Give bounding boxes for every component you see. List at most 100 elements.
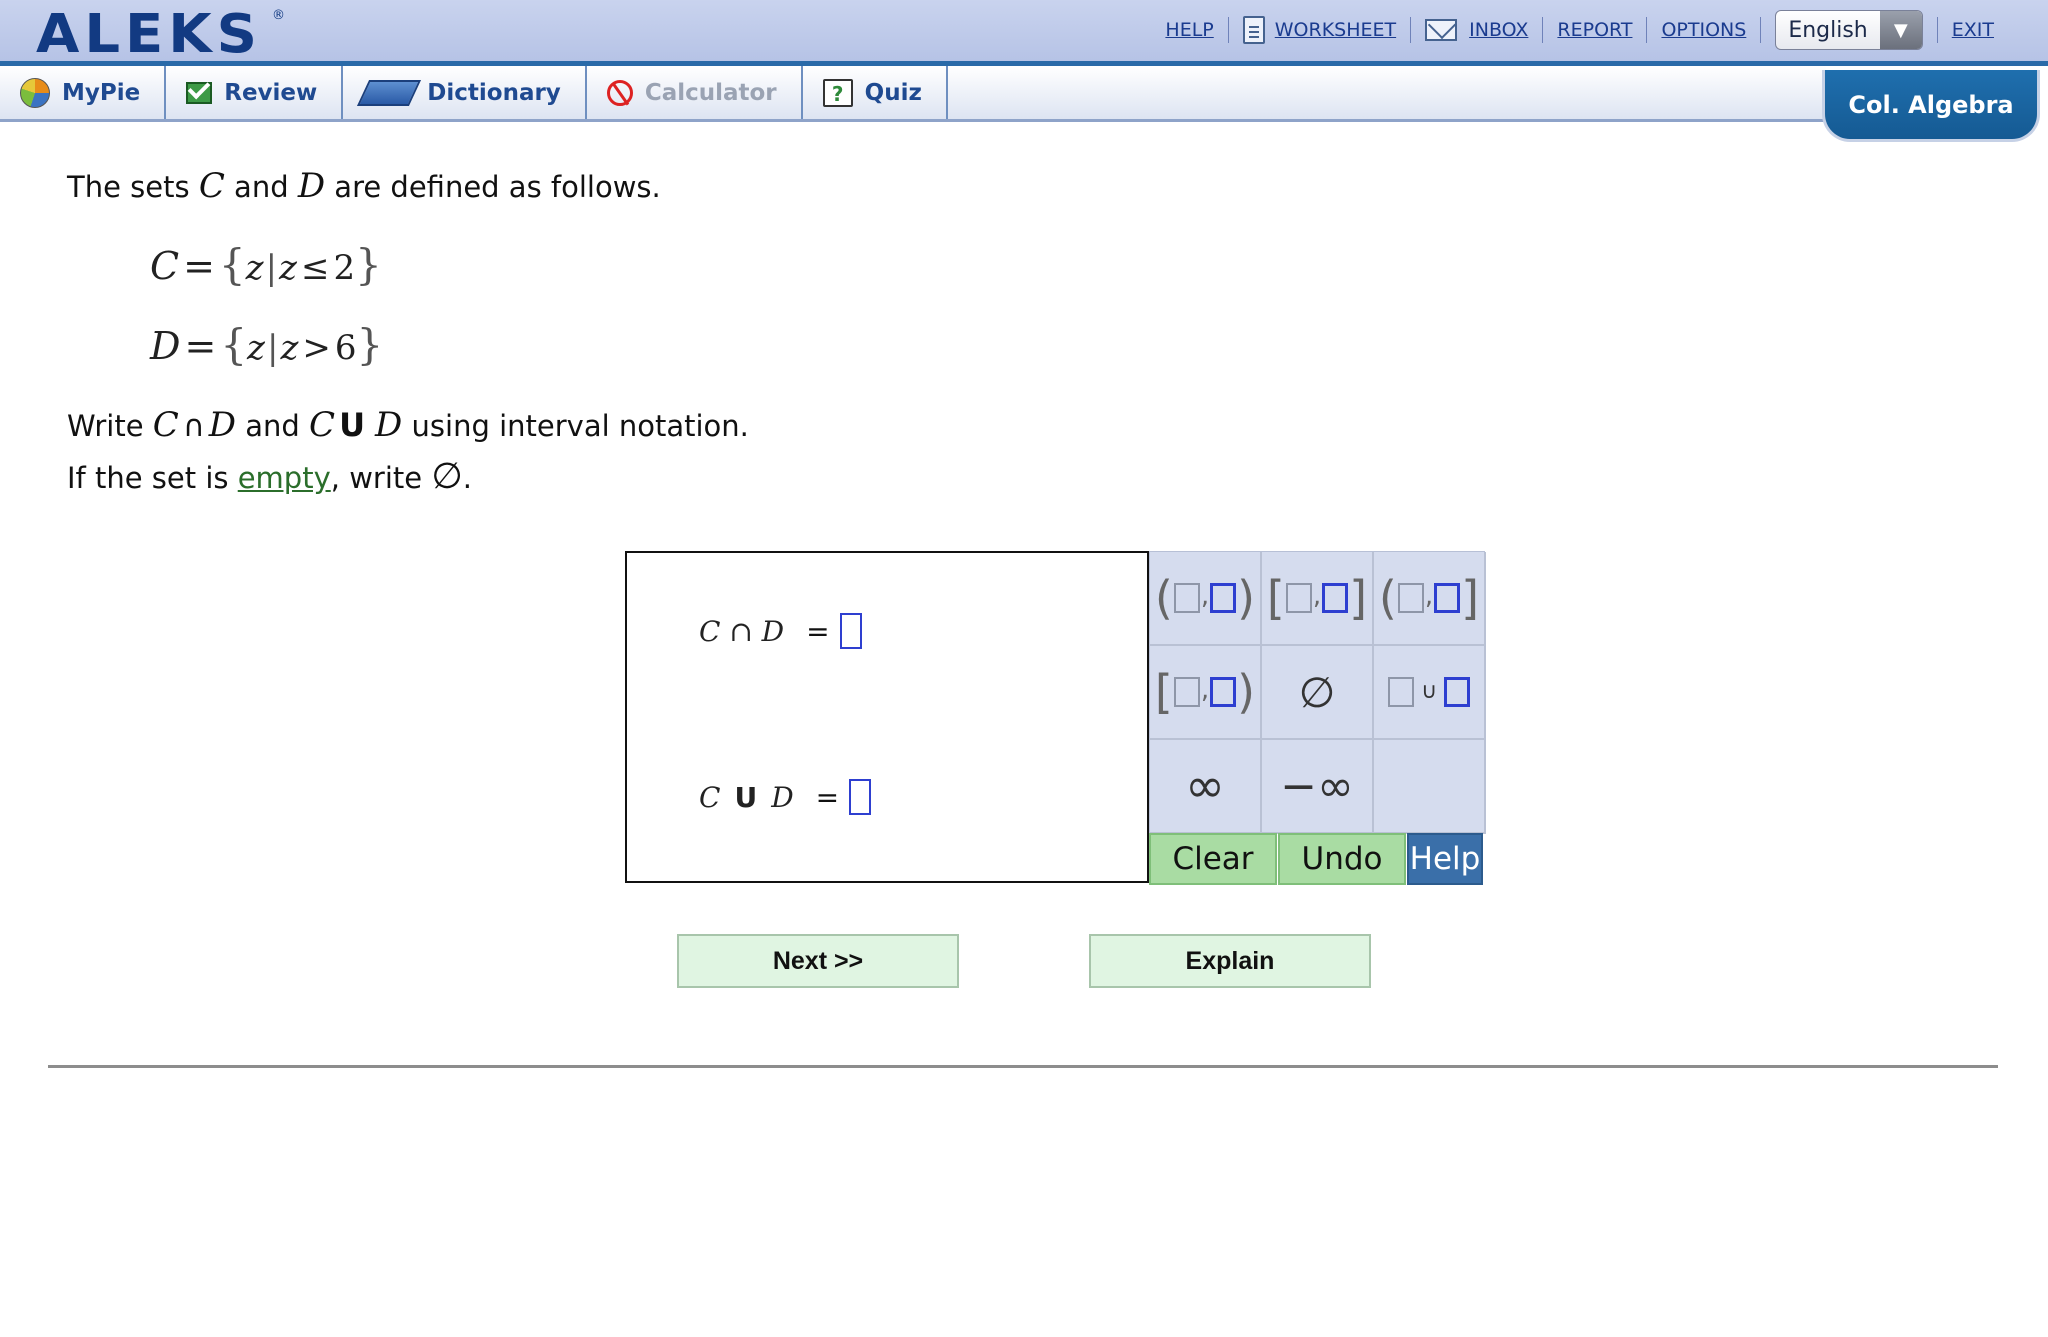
union-answer-row: C U D =	[699, 779, 872, 815]
exit-link[interactable]: EXIT	[1938, 19, 2008, 41]
empty-set-symbol: ∅	[431, 456, 463, 497]
number: 6	[334, 328, 357, 368]
tab-dictionary[interactable]: Dictionary	[343, 66, 587, 119]
left-brace: {	[220, 320, 248, 369]
open-interval-icon: (,)	[1155, 575, 1255, 621]
comma: ,	[1200, 581, 1210, 611]
math-palette: (,) [,] (,] [,) ∅ ∪ ∞ −∞	[1149, 551, 1486, 834]
var-d: D	[297, 166, 326, 206]
aleks-logo: ALEKS	[36, 3, 263, 66]
explain-button[interactable]: Explain	[1089, 934, 1371, 988]
question-instruction: Write C ∩ D and CUD using interval notatio…	[67, 405, 749, 445]
number: 2	[333, 248, 356, 288]
undo-button[interactable]: Undo	[1278, 833, 1406, 885]
answer-box: C ∩ D = C U D =	[625, 551, 1149, 883]
tab-label: Quiz	[864, 79, 922, 106]
report-link[interactable]: REPORT	[1543, 19, 1646, 41]
bracket: ]	[1349, 571, 1368, 625]
intersection-symbol: ∩	[182, 409, 205, 444]
palette-actions: Clear Undo Help	[1149, 833, 1483, 885]
empty-set-button[interactable]: ∅	[1262, 646, 1374, 740]
operator: ≤	[300, 248, 330, 288]
worksheet-icon	[1242, 16, 1265, 44]
union-button[interactable]: ∪	[1374, 646, 1486, 740]
language-select[interactable]: English ▼	[1775, 10, 1923, 50]
negative-infinity-button[interactable]: −∞	[1262, 740, 1374, 834]
chevron-down-icon[interactable]: ▼	[1879, 11, 1922, 49]
union-label-c: C	[699, 780, 721, 814]
intersection-answer-row: C ∩ D =	[699, 613, 862, 649]
question-intro: The sets C and D are defined as follows.	[67, 166, 661, 206]
open-closed-interval-button[interactable]: (,]	[1374, 552, 1486, 646]
var-c: C	[152, 405, 179, 445]
operator: >	[302, 328, 331, 368]
bracket: [	[1266, 571, 1285, 625]
union-answer-input[interactable]	[849, 779, 872, 815]
text: Write	[67, 409, 153, 443]
tab-label: Review	[224, 79, 318, 106]
text: and	[236, 409, 310, 443]
equals: =	[184, 324, 217, 368]
tab-mypie[interactable]: MyPie	[0, 66, 167, 119]
help-link[interactable]: HELP	[1151, 19, 1227, 41]
empty-link[interactable]: empty	[238, 461, 331, 495]
union-symbol: U	[734, 780, 758, 814]
top-header: ALEKS ® HELP WORKSHEET INBOX REPORT OPTI…	[0, 0, 2048, 66]
language-value: English	[1788, 17, 1868, 43]
inbox-label: INBOX	[1469, 19, 1529, 41]
envelope-icon	[1425, 19, 1458, 41]
var-c: C	[198, 166, 225, 206]
course-badge[interactable]: Col. Algebra	[1822, 70, 2040, 142]
intersection-answer-input[interactable]	[839, 613, 862, 649]
bracket: (	[1154, 571, 1173, 625]
tab-review[interactable]: Review	[166, 66, 344, 119]
open-closed-interval-icon: (,]	[1379, 575, 1479, 621]
bracket: (	[1378, 571, 1397, 625]
bracket: [	[1154, 665, 1173, 719]
next-button[interactable]: Next >>	[677, 934, 959, 988]
comma: ,	[1312, 581, 1322, 611]
right-brace: }	[355, 240, 382, 289]
tab-label: Dictionary	[427, 79, 561, 106]
book-icon	[357, 79, 422, 106]
left-brace: {	[218, 240, 246, 289]
open-interval-button[interactable]: (,)	[1150, 552, 1262, 646]
closed-open-interval-icon: [,)	[1155, 669, 1255, 715]
worksheet-link[interactable]: WORKSHEET	[1229, 16, 1410, 44]
var: z	[280, 328, 299, 368]
closed-open-interval-button[interactable]: [,)	[1150, 646, 1262, 740]
help-button[interactable]: Help	[1407, 833, 1483, 885]
pie-icon	[20, 77, 50, 108]
closed-interval-button[interactable]: [,]	[1262, 552, 1374, 646]
tab-quiz[interactable]: ? Quiz	[803, 66, 948, 119]
bar: |	[266, 328, 279, 368]
infinity-button[interactable]: ∞	[1150, 740, 1262, 834]
text: are defined as follows.	[325, 170, 661, 204]
union-symbol: ∪	[1420, 679, 1438, 704]
divider	[1760, 17, 1762, 43]
worksheet-label: WORKSHEET	[1274, 19, 1397, 41]
clear-button[interactable]: Clear	[1149, 833, 1277, 885]
bracket: ]	[1461, 571, 1480, 625]
options-link[interactable]: OPTIONS	[1647, 19, 1760, 41]
comma: ,	[1200, 675, 1210, 705]
equals: =	[183, 244, 215, 288]
intersection-label: C ∩ D	[699, 614, 785, 648]
bracket: )	[1237, 571, 1256, 625]
var: z	[279, 248, 297, 288]
negative-infinity-icon: −∞	[1280, 760, 1354, 812]
inbox-link[interactable]: INBOX	[1411, 19, 1542, 41]
text: using interval notation.	[402, 409, 749, 443]
review-check-icon	[186, 81, 213, 104]
quiz-icon: ?	[822, 78, 853, 107]
equals: =	[815, 780, 840, 814]
var: z	[245, 248, 264, 288]
union-icon: ∪	[1387, 677, 1471, 707]
right-brace: }	[356, 320, 384, 369]
set-c-definition: C ={z|z ≤2}	[150, 240, 382, 289]
palette-empty-cell	[1374, 740, 1486, 834]
var-d: D	[375, 405, 403, 445]
tab-label: Calculator	[644, 79, 777, 106]
comma: ,	[1424, 581, 1434, 611]
divider	[48, 1065, 1998, 1068]
